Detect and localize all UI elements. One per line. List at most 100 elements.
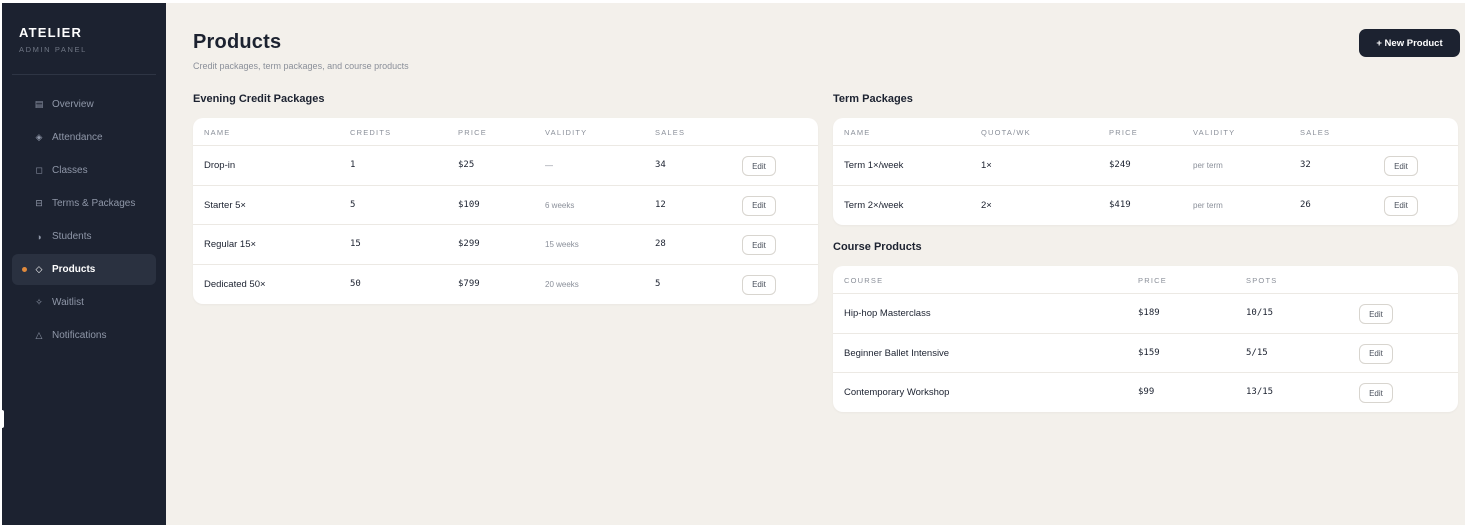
half-circle-icon: ◑ bbox=[36, 231, 42, 242]
cell-sales: 26 bbox=[1300, 199, 1311, 210]
course-products-table: COURSE PRICE SPOTS Hip-hop Masterclass $189 1… bbox=[833, 266, 1458, 412]
column-header: CREDITS bbox=[350, 128, 392, 137]
page-title: Products bbox=[193, 31, 282, 53]
cell-name: Dedicated 50× bbox=[204, 278, 266, 290]
column-header: NAME bbox=[844, 128, 871, 137]
cell-sales: 28 bbox=[655, 239, 666, 249]
window-edge-handle bbox=[0, 410, 4, 428]
page-subtitle: Credit packages, term packages, and cour… bbox=[193, 61, 409, 71]
cell-name: Contemporary Workshop bbox=[844, 387, 950, 398]
cell-quota: 1× bbox=[981, 160, 992, 171]
column-header: QUOTA/WK bbox=[981, 128, 1031, 137]
cell-credits: 15 bbox=[350, 239, 361, 249]
cell-name: Term 1×/week bbox=[844, 160, 904, 171]
table-header: NAME CREDITS PRICE VALIDITY SALES bbox=[193, 118, 818, 146]
column-header: COURSE bbox=[844, 276, 884, 285]
cell-credits: 1 bbox=[350, 160, 356, 170]
edit-button[interactable]: Edit bbox=[742, 195, 776, 216]
sidebar-item-classes[interactable]: ◻ Classes bbox=[12, 155, 156, 186]
cell-validity: 6 weeks bbox=[545, 200, 575, 210]
triangle-icon: △ bbox=[35, 330, 43, 340]
cell-name: Starter 5× bbox=[204, 199, 246, 211]
sidebar-item-label: Classes bbox=[52, 165, 88, 176]
edit-button[interactable]: Edit bbox=[742, 235, 776, 255]
sidebar-nav: ▤ Overview ◈ Attendance ◻ Classes ⊟ Terms & Pac… bbox=[12, 89, 156, 353]
sidebar-item-notifications[interactable]: △ Notifications bbox=[12, 320, 156, 351]
column-header: NAME bbox=[204, 128, 231, 137]
cell-sales: 5 bbox=[655, 278, 661, 289]
sidebar-item-products[interactable]: ◇ Products bbox=[12, 254, 156, 285]
edit-button[interactable]: Edit bbox=[742, 156, 776, 176]
cell-price: $299 bbox=[458, 239, 480, 249]
column-header: PRICE bbox=[458, 128, 487, 137]
table-row: Dedicated 50× 50 $799 20 weeks 5 Edit bbox=[193, 265, 818, 305]
edit-button[interactable]: Edit bbox=[1359, 304, 1393, 324]
cell-sales: 32 bbox=[1300, 160, 1311, 170]
cell-validity: per term bbox=[1193, 200, 1223, 210]
column-header: SALES bbox=[655, 128, 686, 137]
main-content: Products Credit packages, term packages,… bbox=[166, 3, 1465, 525]
brand-name: ATELIER bbox=[19, 25, 83, 40]
sidebar-item-label: Overview bbox=[52, 99, 94, 110]
term-section-title: Term Packages bbox=[833, 93, 913, 105]
table-row: Regular 15× 15 $299 15 weeks 28 Edit bbox=[193, 225, 818, 265]
new-product-button[interactable]: + New Product bbox=[1359, 29, 1460, 57]
cell-credits: 50 bbox=[350, 278, 361, 289]
active-indicator-dot bbox=[22, 267, 27, 272]
cell-price: $799 bbox=[458, 278, 480, 289]
table-row: Contemporary Workshop $99 13/15 Edit bbox=[833, 373, 1458, 412]
cell-spots: 13/15 bbox=[1246, 387, 1274, 397]
cell-validity: — bbox=[545, 161, 553, 170]
cell-price: $25 bbox=[458, 160, 475, 170]
cell-quota: 2× bbox=[981, 199, 992, 211]
cell-sales: 34 bbox=[655, 160, 666, 170]
edit-button[interactable]: Edit bbox=[1359, 383, 1393, 403]
table-row: Term 1×/week 1× $249 per term 32 Edit bbox=[833, 146, 1458, 186]
cell-price: $419 bbox=[1109, 199, 1131, 210]
sidebar-item-label: Attendance bbox=[52, 132, 103, 143]
sidebar-item-attendance[interactable]: ◈ Attendance bbox=[12, 122, 156, 153]
column-header: PRICE bbox=[1109, 128, 1138, 137]
cell-price: $159 bbox=[1138, 347, 1160, 358]
cell-spots: 10/15 bbox=[1246, 308, 1274, 318]
edit-button[interactable]: Edit bbox=[742, 274, 776, 295]
brand-subtitle: ADMIN PANEL bbox=[19, 45, 87, 54]
sidebar-item-label: Terms & Packages bbox=[52, 198, 136, 209]
cell-spots: 5/15 bbox=[1246, 347, 1268, 358]
sidebar-item-overview[interactable]: ▤ Overview bbox=[12, 89, 156, 120]
sidebar: ATELIER ADMIN PANEL ▤ Overview ◈ Attendance… bbox=[2, 3, 166, 525]
sidebar-item-terms-packages[interactable]: ⊟ Terms & Packages bbox=[12, 188, 156, 219]
sidebar-item-students[interactable]: ◑ Students bbox=[12, 221, 156, 252]
credit-packages-table: NAME CREDITS PRICE VALIDITY SALES Drop-in 1 $25… bbox=[193, 118, 818, 304]
cell-name: Term 2×/week bbox=[844, 199, 904, 211]
sidebar-item-waitlist[interactable]: ✧ Waitlist bbox=[12, 287, 156, 318]
cell-price: $249 bbox=[1109, 160, 1131, 170]
cell-name: Drop-in bbox=[204, 160, 236, 171]
column-header: VALIDITY bbox=[545, 128, 588, 137]
square-icon: ◻ bbox=[35, 165, 43, 175]
term-packages-table: NAME QUOTA/WK PRICE VALIDITY SALES Term 1×/we… bbox=[833, 118, 1458, 225]
brand: ATELIER ADMIN PANEL bbox=[2, 3, 166, 54]
cell-price: $109 bbox=[458, 199, 480, 210]
cell-name: Beginner Ballet Intensive bbox=[844, 347, 950, 359]
sidebar-item-label: Products bbox=[52, 264, 96, 275]
cell-name: Hip-hop Masterclass bbox=[844, 308, 931, 319]
sidebar-item-label: Waitlist bbox=[52, 297, 84, 308]
edit-button[interactable]: Edit bbox=[1384, 156, 1418, 176]
column-header: PRICE bbox=[1138, 276, 1167, 285]
cell-validity: 20 weeks bbox=[545, 279, 579, 289]
app-window: ATELIER ADMIN PANEL ▤ Overview ◈ Attendance… bbox=[2, 3, 1465, 525]
edit-button[interactable]: Edit bbox=[1359, 343, 1393, 364]
cell-credits: 5 bbox=[350, 199, 356, 210]
edit-button[interactable]: Edit bbox=[1384, 195, 1418, 216]
sidebar-item-label: Students bbox=[52, 231, 92, 242]
diamond-dot-icon: ◈ bbox=[35, 132, 43, 142]
credit-section-title: Evening Credit Packages bbox=[193, 93, 325, 105]
column-header: VALIDITY bbox=[1193, 128, 1236, 137]
column-header: SALES bbox=[1300, 128, 1331, 137]
cell-name: Regular 15× bbox=[204, 239, 257, 250]
list-icon: ▤ bbox=[34, 99, 44, 109]
table-row: Starter 5× 5 $109 6 weeks 12 Edit bbox=[193, 186, 818, 225]
cell-validity: per term bbox=[1193, 161, 1223, 170]
table-row: Drop-in 1 $25 — 34 Edit bbox=[193, 146, 818, 186]
